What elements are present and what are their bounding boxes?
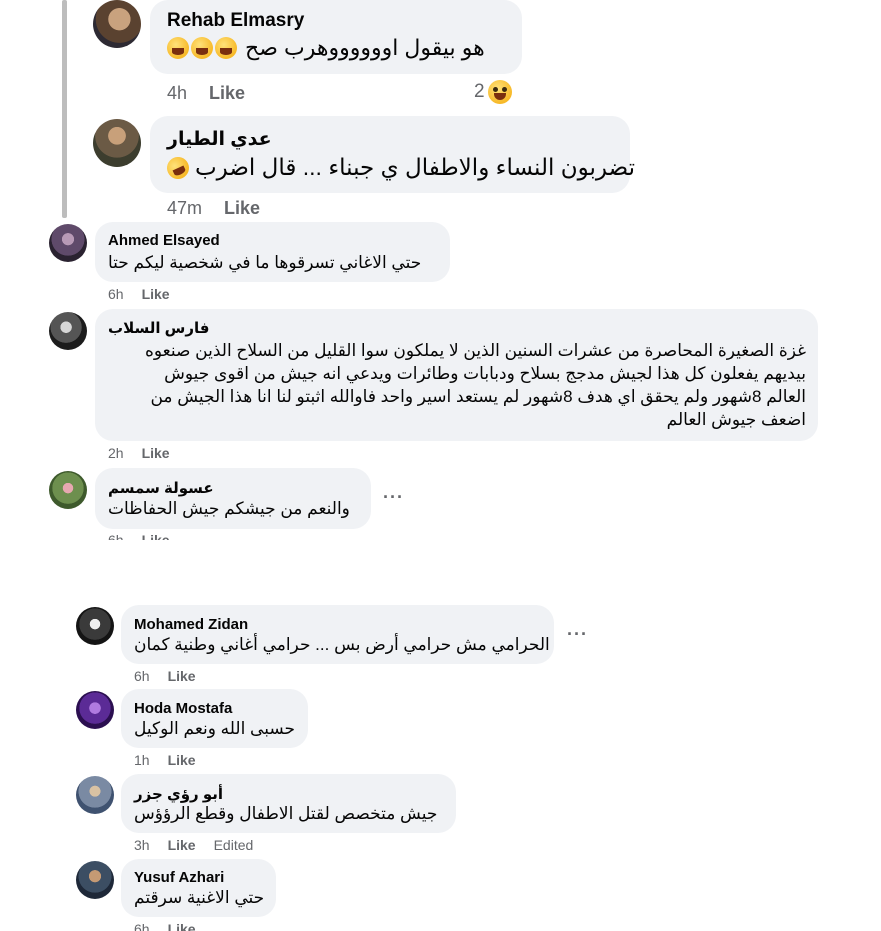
comment-meta: 6h Like: [134, 921, 196, 931]
comment-time[interactable]: 3h: [134, 837, 150, 853]
comment-text: هو بيقول اووووووهرب صح: [167, 35, 485, 61]
like-button[interactable]: Like: [168, 668, 196, 684]
like-button[interactable]: Like: [168, 837, 196, 853]
comment-author[interactable]: فارس السلاب: [108, 319, 209, 337]
comment-author[interactable]: Yusuf Azhari: [134, 869, 224, 886]
comment-bubble: Ahmed Elsayed حتي الاغاني تسرقوها ما في …: [95, 222, 450, 282]
avatar[interactable]: [49, 312, 87, 350]
comment-author[interactable]: Ahmed Elsayed: [108, 232, 220, 249]
comment-text-body: هو بيقول اووووووهرب صح: [245, 35, 485, 60]
comment: عسولة سمسم والنعم من جيشكم جيش الحفاظات …: [0, 468, 881, 543]
more-options-icon[interactable]: ···: [567, 624, 588, 645]
comment-time[interactable]: 1h: [134, 752, 150, 768]
laughing-tears-emoji: [167, 37, 189, 59]
comment-time[interactable]: 47m: [167, 198, 202, 219]
avatar[interactable]: [93, 0, 141, 48]
avatar[interactable]: [76, 861, 114, 899]
comment-meta: 47m Like: [167, 198, 260, 219]
like-button[interactable]: Like: [168, 752, 196, 768]
reaction-count[interactable]: 2: [474, 80, 512, 104]
like-button[interactable]: Like: [142, 532, 170, 540]
comment-text: غزة الصغيرة المحاصرة من عشرات السنين الذ…: [108, 339, 806, 431]
reaction-count-number: 2: [474, 81, 485, 102]
comment-text: حتي الاغاني تسرقوها ما في شخصية ليكم حتا: [108, 253, 422, 272]
avatar[interactable]: [49, 471, 87, 509]
comment-author[interactable]: أبو رؤي جزر: [134, 785, 223, 803]
comment: أبو رؤي جزر جيش متخصص لقتل الاطفال وقطع …: [0, 774, 881, 854]
comment-text: حتي الاغنية سرقتم: [134, 888, 265, 907]
more-options-icon[interactable]: ···: [383, 487, 404, 508]
comment-text: جيش متخصص لقتل الاطفال وقطع الرؤؤس: [134, 804, 438, 823]
avatar[interactable]: [76, 607, 114, 645]
avatar[interactable]: [76, 691, 114, 729]
rolling-laughing-emoji: [163, 152, 193, 183]
comment-bubble: فارس السلاب غزة الصغيرة المحاصرة من عشرا…: [95, 309, 818, 441]
comment: فارس السلاب غزة الصغيرة المحاصرة من عشرا…: [0, 309, 881, 464]
haha-reaction-icon: [487, 80, 512, 104]
comment-meta: 6h Like: [108, 532, 170, 540]
comment-time[interactable]: 6h: [134, 668, 150, 684]
comment-time[interactable]: 4h: [167, 83, 187, 104]
like-button[interactable]: Like: [224, 198, 260, 219]
comment-bubble: أبو رؤي جزر جيش متخصص لقتل الاطفال وقطع …: [121, 774, 456, 833]
comment-bubble: Hoda Mostafa حسبى الله ونعم الوكيل: [121, 689, 308, 748]
comment-text: تضربون النساء والاطفال ي جبناء ... قال ا…: [163, 152, 635, 183]
comment-text-line: العالم 8شهور ولم يحقق اي هدف 8شهور لم يس…: [150, 387, 806, 406]
like-button[interactable]: Like: [209, 83, 245, 104]
comment: Rehab Elmasry هو بيقول اووووووهرب صح 4h …: [0, 0, 881, 110]
comment: Mohamed Zidan الحرامي مش حرامي أرض بس ..…: [0, 605, 881, 685]
comment-meta: 6h Like: [108, 286, 170, 302]
comment-meta: 1h Like: [134, 752, 196, 768]
like-button[interactable]: Like: [168, 921, 196, 931]
laughing-tears-emoji: [215, 37, 237, 59]
comment-author[interactable]: Hoda Mostafa: [134, 700, 232, 717]
like-button[interactable]: Like: [142, 445, 170, 461]
comment-text-body: تضربون النساء والاطفال ي جبناء ... قال ا…: [195, 154, 635, 180]
comment-time[interactable]: 6h: [108, 532, 124, 540]
edited-label: Edited: [213, 837, 254, 853]
comment-bubble: Yusuf Azhari حتي الاغنية سرقتم: [121, 859, 276, 917]
comment-author[interactable]: Mohamed Zidan: [134, 616, 248, 633]
comment-meta: 2h Like: [108, 445, 170, 461]
comment: Yusuf Azhari حتي الاغنية سرقتم 6h Like: [0, 859, 881, 931]
comment-text-line: غزة الصغيرة المحاصرة من عشرات السنين الذ…: [144, 341, 806, 360]
laughing-tears-emoji: [191, 37, 213, 59]
comment-author[interactable]: Rehab Elmasry: [167, 10, 304, 32]
comment-text-line: بيديهم يفعلون كل هذا لجيش مدجج بسلاح ودب…: [164, 364, 806, 383]
comment: Ahmed Elsayed حتي الاغاني تسرقوها ما في …: [0, 222, 881, 306]
comment-bubble: Rehab Elmasry هو بيقول اووووووهرب صح: [150, 0, 522, 74]
comment-meta: 4h Like: [167, 83, 245, 104]
comment-text: الحرامي مش حرامي أرض بس ... حرامي أغاني …: [134, 635, 550, 654]
comment-time[interactable]: 6h: [134, 921, 150, 931]
comment-author[interactable]: عدي الطيار: [167, 128, 272, 151]
comment-meta: 6h Like: [134, 668, 196, 684]
avatar[interactable]: [93, 119, 141, 167]
comment: عدي الطيار تضربون النساء والاطفال ي جبنا…: [0, 116, 881, 220]
comment-time[interactable]: 6h: [108, 286, 124, 302]
comment-text-line: اضعف جيوش العالم: [666, 410, 806, 429]
comment-time[interactable]: 2h: [108, 445, 124, 461]
comment-text: حسبى الله ونعم الوكيل: [134, 719, 296, 738]
comment-meta: 3h Like Edited: [134, 837, 253, 853]
avatar[interactable]: [49, 224, 87, 262]
comment-bubble: عسولة سمسم والنعم من جيشكم جيش الحفاظات: [95, 468, 371, 529]
comment-bubble: عدي الطيار تضربون النساء والاطفال ي جبنا…: [150, 116, 635, 193]
like-button[interactable]: Like: [142, 286, 170, 302]
comment: Hoda Mostafa حسبى الله ونعم الوكيل 1h Li…: [0, 689, 881, 769]
avatar[interactable]: [76, 776, 114, 814]
comment-bubble: Mohamed Zidan الحرامي مش حرامي أرض بس ..…: [121, 605, 554, 664]
comment-text: والنعم من جيشكم جيش الحفاظات: [108, 499, 350, 518]
comment-author[interactable]: عسولة سمسم: [108, 479, 214, 497]
